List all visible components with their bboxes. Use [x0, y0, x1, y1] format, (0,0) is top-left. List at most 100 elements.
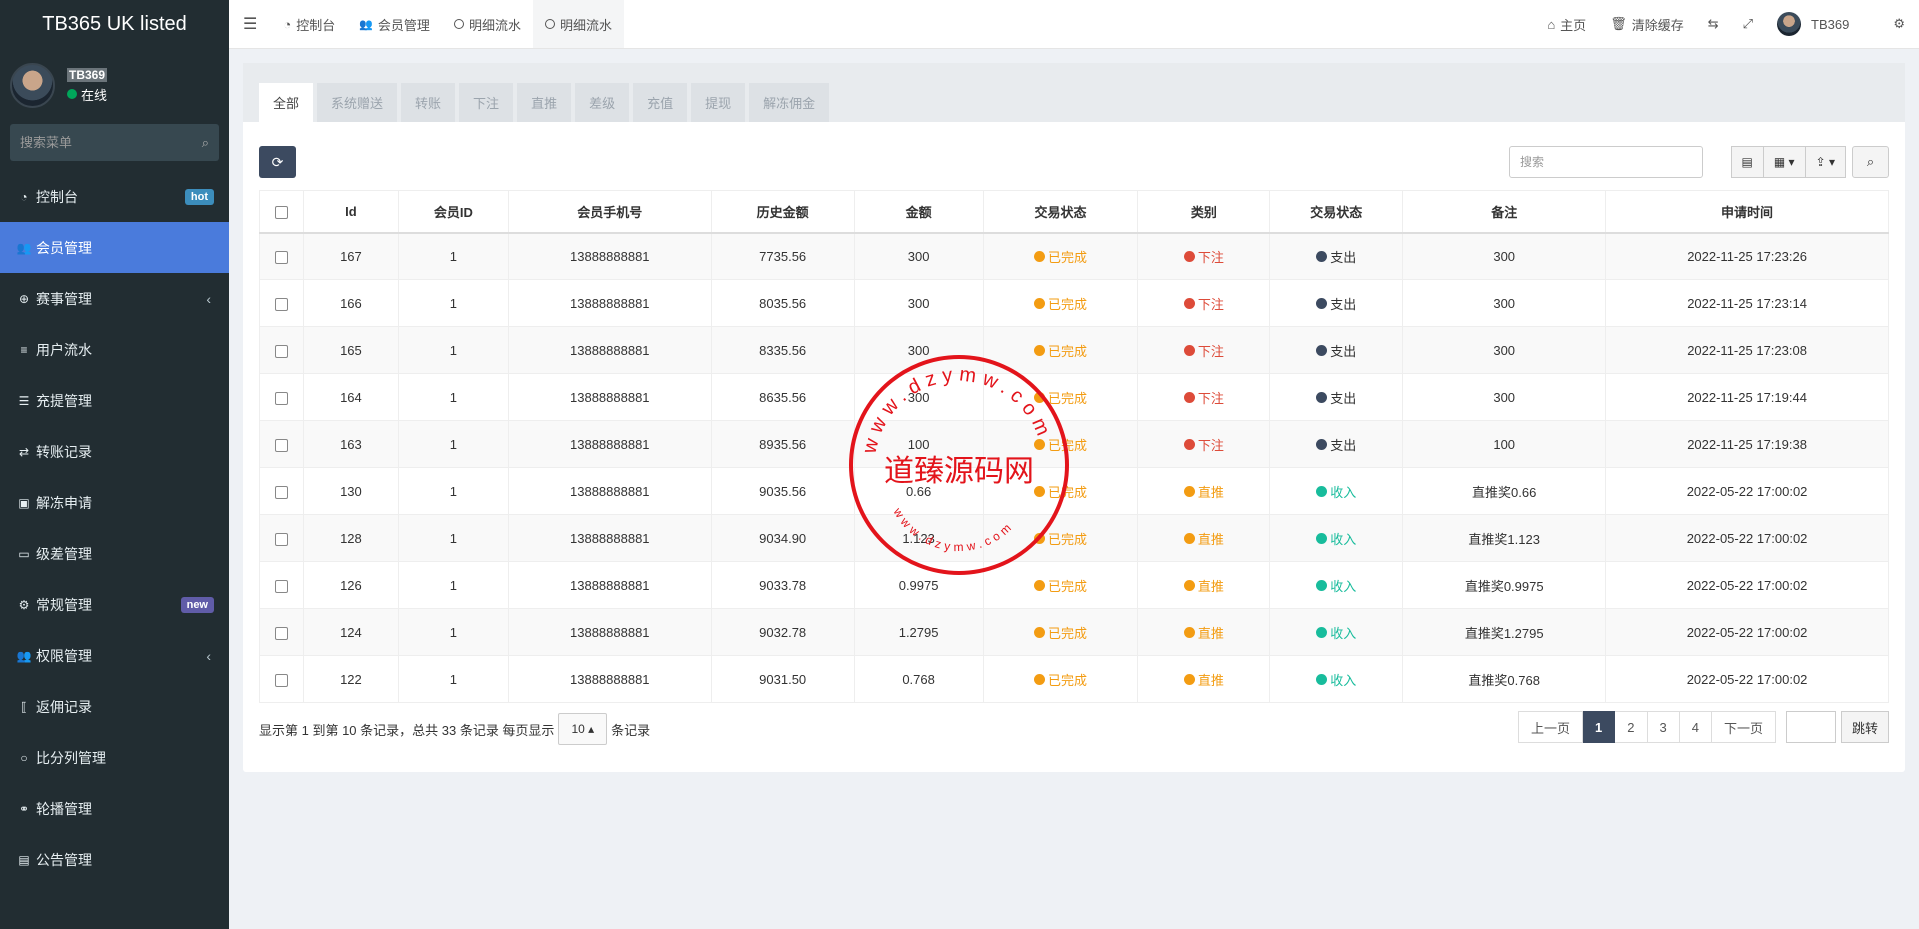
sidebar-item-4[interactable]: ☰ 充提管理	[0, 375, 229, 426]
advanced-search-button[interactable]: ⌕	[1852, 146, 1889, 178]
row-checkbox[interactable]	[274, 485, 288, 499]
table-row[interactable]: 163 1 13888888881 8935.56 100 已完成 下注 支出 100 2022-…	[259, 420, 1889, 468]
category-text: 下注	[1197, 390, 1224, 406]
column-header[interactable]: 交易状态	[1269, 190, 1404, 234]
row-checkbox[interactable]	[274, 438, 288, 452]
tab-2[interactable]: 转账	[401, 83, 456, 122]
sidebar-item-0[interactable]: ◔ 控制台 hot	[0, 171, 229, 222]
page-size-select[interactable]: 10 ▴	[558, 713, 608, 745]
brand-title[interactable]: TB365 UK listed	[0, 0, 229, 49]
top-tab-0[interactable]: ◔ 控制台	[271, 0, 347, 48]
row-checkbox[interactable]	[274, 673, 288, 687]
sidebar-item-5[interactable]: ⇄ 转账记录	[0, 426, 229, 477]
row-checkbox[interactable]	[274, 250, 288, 264]
toggle-view-button[interactable]: ▤	[1730, 146, 1764, 178]
sidebar-item-7[interactable]: ▭ 级差管理	[0, 528, 229, 579]
sidebar-item-9[interactable]: 👥 权限管理 ‹	[0, 630, 229, 681]
export-button[interactable]: ⇪ ▾	[1805, 146, 1846, 178]
cell-note: 100	[1402, 420, 1607, 468]
table-row[interactable]: 124 1 13888888881 9032.78 1.2795 已完成 直推 收入 直推奖1.…	[259, 608, 1889, 656]
tab-4[interactable]: 直推	[517, 83, 572, 122]
category: 直推	[1137, 514, 1271, 562]
top-tab-3[interactable]: 明细流水	[532, 0, 624, 48]
tab-1[interactable]: 系统赠送	[317, 83, 398, 122]
column-header[interactable]: 会员ID	[397, 190, 509, 234]
prev-page-button[interactable]: 上一页	[1518, 711, 1584, 743]
table-search-input[interactable]	[1509, 146, 1703, 178]
table-row[interactable]: 128 1 13888888881 9034.90 1.123 已完成 直推 收入 直推奖1.1…	[259, 514, 1889, 562]
row-checkbox[interactable]	[274, 532, 288, 546]
jump-button[interactable]: 跳转	[1840, 711, 1889, 743]
flow-direction-badge: 支出	[1316, 247, 1356, 266]
sidebar-item-2[interactable]: ⊕ 赛事管理 ‹	[0, 273, 229, 324]
sidebar-item-13[interactable]: ▤ 公告管理	[0, 834, 229, 885]
refresh-button[interactable]: ⟳	[259, 146, 296, 178]
cell-note: 直推奖0.9975	[1402, 561, 1607, 609]
table-row[interactable]: 164 1 13888888881 8635.56 300 已完成 下注 支出 300 2022-…	[259, 373, 1889, 421]
trade-status-badge: 已完成	[1034, 529, 1087, 548]
column-header[interactable]: 会员手机号	[507, 190, 712, 234]
sidebar-item-3[interactable]: ≡ 用户流水	[0, 324, 229, 375]
column-header[interactable]: 交易状态	[982, 190, 1139, 234]
tab-8[interactable]: 解冻佣金	[749, 83, 830, 122]
sidebar-item-12[interactable]: ⚭ 轮播管理	[0, 783, 229, 834]
cell-hist: 8335.56	[710, 326, 855, 374]
tab-7[interactable]: 提现	[691, 83, 746, 122]
jump-page-input[interactable]	[1785, 711, 1836, 743]
category: 直推	[1137, 467, 1271, 515]
next-page-button[interactable]: 下一页	[1711, 711, 1776, 743]
page-3-button[interactable]: 3	[1647, 711, 1680, 743]
columns-button[interactable]: ▦ ▾	[1763, 146, 1806, 178]
column-header[interactable]: 历史金额	[710, 190, 855, 234]
tab-5[interactable]: 差级	[575, 83, 630, 122]
circle-icon	[453, 19, 464, 29]
table-row[interactable]: 126 1 13888888881 9033.78 0.9975 已完成 直推 收入 直推奖0.…	[259, 561, 1889, 609]
flow-direction-text: 收入	[1330, 578, 1357, 594]
tab-0[interactable]: 全部	[259, 83, 314, 122]
cell-amount: 300	[853, 232, 984, 280]
menu-toggle-icon[interactable]: ☰	[229, 0, 271, 48]
user-status: 在线	[67, 85, 107, 104]
menu-search-input[interactable]	[20, 135, 202, 150]
search-icon[interactable]: ⌕	[202, 135, 209, 151]
cell-note: 300	[1402, 373, 1607, 421]
settings-cogs-icon[interactable]: ⚙	[1881, 0, 1919, 48]
sidebar-item-1[interactable]: 👥 会员管理	[0, 222, 229, 273]
window-icon: ▭	[18, 546, 30, 561]
column-header[interactable]: 类别	[1137, 190, 1271, 234]
table-row[interactable]: 167 1 13888888881 7735.56 300 已完成 下注 支出 300 2022-…	[259, 232, 1889, 280]
sidebar-item-10[interactable]: ⟦ 返佣记录	[0, 681, 229, 732]
sidebar-item-11[interactable]: ○ 比分列管理	[0, 732, 229, 783]
sidebar-item-8[interactable]: ⚙ 常规管理 new	[0, 579, 229, 630]
fullscreen-icon[interactable]: ⤢	[1731, 0, 1765, 48]
user-menu[interactable]: TB369	[1765, 0, 1881, 48]
language-icon[interactable]: ⇆	[1696, 0, 1731, 48]
column-header[interactable]: 备注	[1402, 190, 1607, 234]
top-tab-1[interactable]: 👥 会员管理	[347, 0, 442, 48]
trade-status-text: 已完成	[1048, 437, 1088, 453]
page-2-button[interactable]: 2	[1615, 711, 1648, 743]
row-checkbox[interactable]	[274, 579, 288, 593]
select-all-checkbox[interactable]	[274, 205, 288, 219]
table-row[interactable]: 122 1 13888888881 9031.50 0.768 已完成 直推 收入 直推奖0.7…	[259, 655, 1889, 703]
table-row[interactable]: 165 1 13888888881 8335.56 300 已完成 下注 支出 300 2022-…	[259, 326, 1889, 374]
cell-member: 1	[397, 326, 509, 374]
table-row[interactable]: 166 1 13888888881 8035.56 300 已完成 下注 支出 300 2022-…	[259, 279, 1889, 327]
page-4-button[interactable]: 4	[1679, 711, 1712, 743]
row-checkbox[interactable]	[274, 297, 288, 311]
row-checkbox[interactable]	[274, 391, 288, 405]
clear-cache-button[interactable]: 🗑 清除缓存	[1598, 0, 1696, 48]
page-1-button[interactable]: 1	[1583, 711, 1616, 743]
tab-6[interactable]: 充值	[633, 83, 688, 122]
home-link[interactable]: ⌂ 主页	[1535, 0, 1598, 48]
tab-3[interactable]: 下注	[459, 83, 514, 122]
top-tab-2[interactable]: 明细流水	[442, 0, 533, 48]
sidebar-item-6[interactable]: ▣ 解冻申请	[0, 477, 229, 528]
trade-status: 已完成	[982, 608, 1139, 656]
column-header[interactable]: 申请时间	[1605, 190, 1889, 234]
row-checkbox[interactable]	[274, 626, 288, 640]
column-header[interactable]: Id	[302, 190, 399, 234]
row-checkbox[interactable]	[274, 344, 288, 358]
table-row[interactable]: 130 1 13888888881 9035.56 0.66 已完成 直推 收入 直推奖0.66…	[259, 467, 1889, 515]
column-header[interactable]: 金额	[853, 190, 984, 234]
